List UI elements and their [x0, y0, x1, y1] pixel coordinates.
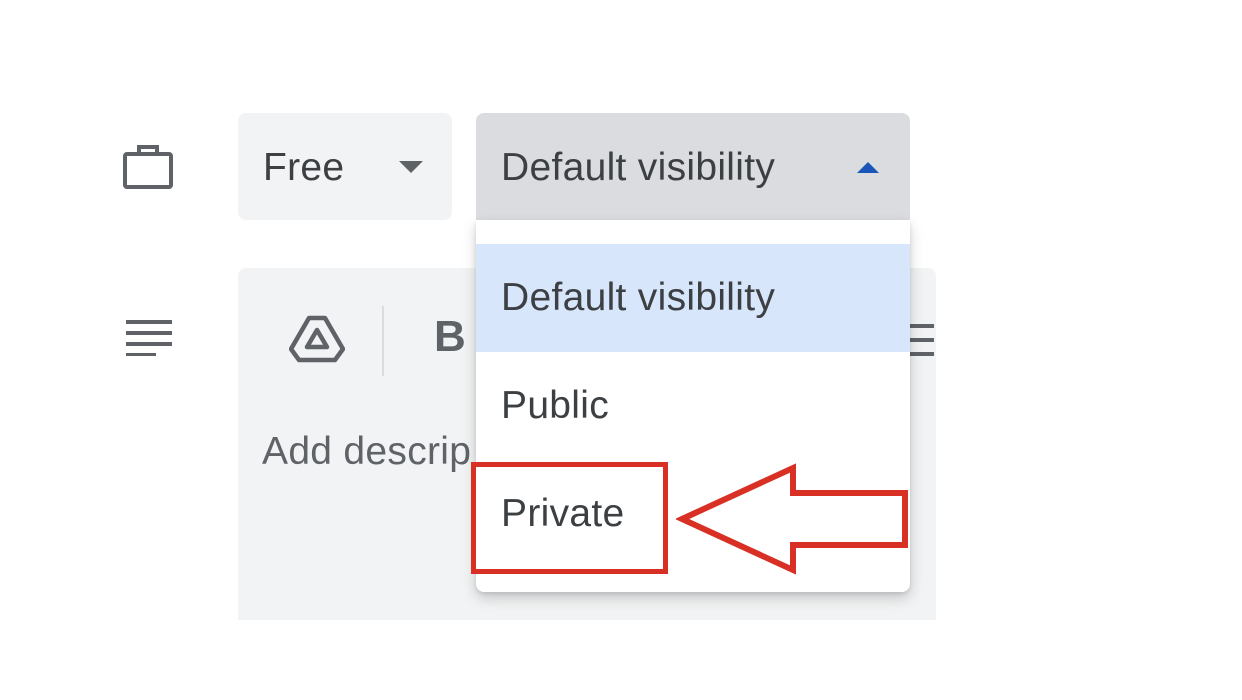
caret-down-icon [399, 161, 423, 173]
option-public[interactable]: Public [476, 352, 910, 460]
description-placeholder[interactable]: Add descrip [262, 430, 471, 474]
annotation-highlight-box [471, 462, 668, 574]
availability-select[interactable]: Free [238, 113, 452, 220]
google-drive-icon[interactable] [289, 312, 345, 364]
caret-up-icon [857, 162, 879, 173]
visibility-select[interactable]: Default visibility [476, 113, 910, 220]
description-lines-icon [126, 320, 172, 356]
briefcase-icon [123, 145, 173, 189]
toolbar-divider [382, 306, 384, 376]
option-default-visibility[interactable]: Default visibility [476, 244, 910, 352]
visibility-value: Default visibility [501, 146, 776, 189]
availability-value: Free [263, 146, 345, 189]
annotation-arrow-icon [676, 463, 908, 575]
bold-button[interactable]: B [434, 312, 466, 362]
